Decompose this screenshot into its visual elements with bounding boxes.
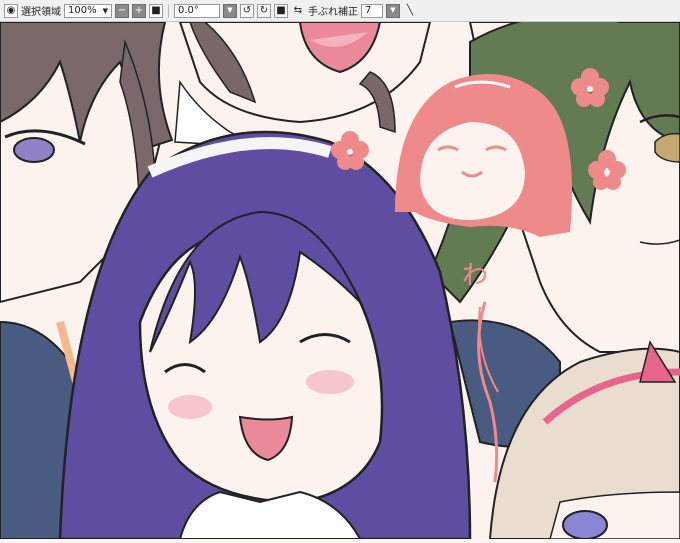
rotation-input[interactable]: 0.0° [174, 3, 220, 18]
sketch-text: わ [462, 261, 488, 291]
zoom-out-button[interactable]: − [115, 3, 129, 18]
drawing-canvas[interactable]: わ [0, 14, 680, 541]
stabilizer-input[interactable]: 7 [361, 3, 383, 18]
toolbar-divider [168, 3, 169, 18]
illustration: わ [0, 14, 680, 541]
flip-horizontal-button[interactable]: ⇆ [291, 4, 305, 18]
pen-icon[interactable]: ╲ [403, 4, 417, 18]
rotation-dropdown-button[interactable]: ▼ [223, 3, 237, 18]
rotate-right-button[interactable]: ↻ [257, 3, 271, 18]
canvas-toolbar: ◉ 選択領域 100% ▼ − + ■ 0.0° ▼ ↺ ↻ ■ ⇆ 手ぶれ補正… [0, 0, 680, 22]
rotation-value: 0.0° [178, 5, 199, 16]
reset-rotation-button[interactable]: ■ [274, 3, 288, 18]
zoom-value: 100% [68, 5, 97, 16]
selection-area-label: 選択領域 [21, 7, 61, 18]
view-toggle-icon[interactable]: ◉ [4, 3, 18, 18]
fit-view-button[interactable]: ■ [149, 3, 163, 18]
chevron-down-icon: ▼ [102, 6, 108, 15]
stabilizer-label: 手ぶれ補正 [308, 7, 358, 18]
stabilizer-value: 7 [365, 5, 372, 16]
rotate-left-button[interactable]: ↺ [240, 3, 254, 18]
stabilizer-dropdown-button[interactable]: ▼ [386, 3, 400, 18]
zoom-select[interactable]: 100% ▼ [64, 3, 112, 18]
zoom-in-button[interactable]: + [132, 3, 146, 18]
